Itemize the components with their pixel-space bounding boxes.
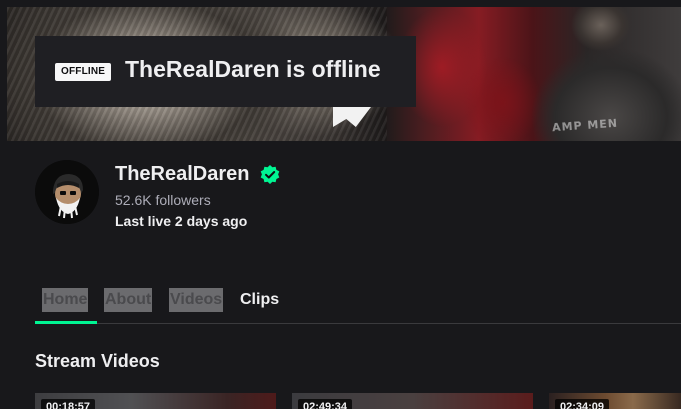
video-duration-badge: 02:49:34 xyxy=(298,399,353,409)
channel-tabs: Home About Videos Clips xyxy=(35,286,681,324)
video-thumbnail[interactable]: 02:34:09 xyxy=(549,393,681,409)
tab-clips[interactable]: Clips xyxy=(239,288,280,312)
tab-videos[interactable]: Videos xyxy=(169,288,224,312)
channel-avatar[interactable] xyxy=(35,160,99,224)
channel-page: AMP MEN OFFLINE TheRealDaren is offline … xyxy=(0,0,681,409)
active-tab-indicator xyxy=(35,321,97,324)
offline-overlay: OFFLINE TheRealDaren is offline xyxy=(35,36,416,107)
verified-badge-icon xyxy=(260,165,280,184)
video-thumbnail[interactable]: 02:49:34 xyxy=(292,393,533,409)
last-live-status: Last live 2 days ago xyxy=(115,213,248,229)
avatar-illustration xyxy=(35,160,99,224)
follower-count: 52.6K followers xyxy=(115,192,211,208)
channel-name[interactable]: TheRealDaren xyxy=(115,163,250,186)
video-duration-badge: 02:34:09 xyxy=(555,399,610,409)
section-title: Stream Videos xyxy=(35,351,160,371)
offline-badge: OFFLINE xyxy=(55,63,112,81)
tabs-divider xyxy=(35,323,681,324)
tab-about[interactable]: About xyxy=(104,288,153,312)
tab-home[interactable]: Home xyxy=(42,288,89,312)
video-duration-badge: 00:18:57 xyxy=(41,399,96,409)
video-thumbnail[interactable]: 00:18:57 xyxy=(35,393,276,409)
offline-title: TheRealDaren is offline xyxy=(125,56,381,82)
